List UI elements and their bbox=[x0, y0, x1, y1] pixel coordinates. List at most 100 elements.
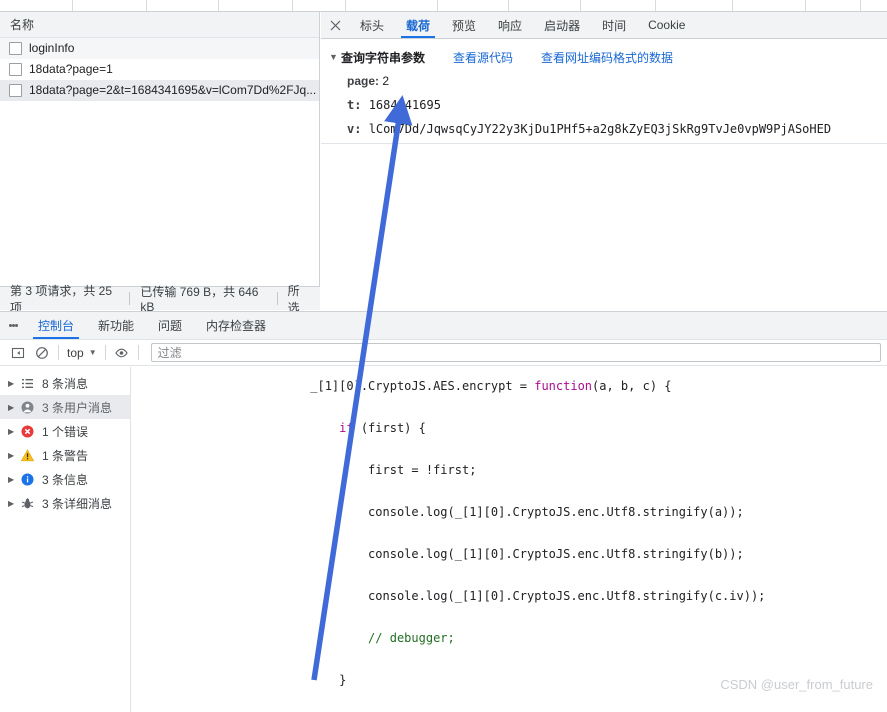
code-line: console.log(_[1][0].CryptoJS.enc.Utf8.st… bbox=[310, 547, 744, 561]
network-table-header-strip bbox=[0, 0, 887, 12]
query-string-parameters-section[interactable]: ▼ 查询字符串参数 查看源代码 查看网址编码格式的数据 bbox=[329, 49, 887, 66]
tab-memory-inspector[interactable]: 内存检查器 bbox=[194, 312, 278, 339]
verbose-icon bbox=[21, 497, 41, 510]
info-icon bbox=[21, 473, 41, 486]
clear-console-icon[interactable] bbox=[30, 342, 54, 364]
execution-context-select[interactable]: top ▼ bbox=[63, 346, 101, 360]
console-sidebar: ▶ 8 条消息 ▶ 3 条用户消息 ▶ 1 个错误 ▶ 1 条警告 ▶ 3 条信… bbox=[0, 367, 131, 712]
sidebar-item-errors[interactable]: ▶ 1 个错误 bbox=[0, 419, 130, 443]
chevron-right-icon[interactable]: ▶ bbox=[8, 475, 21, 484]
sidebar-item-label: 1 条警告 bbox=[42, 448, 89, 463]
close-icon[interactable] bbox=[321, 12, 349, 38]
console-drawer: 控制台 新功能 问题 内存检查器 top ▼ 过滤 ▶ 8 条消息 ▶ 3 条用… bbox=[0, 311, 887, 712]
view-url-encoded-link[interactable]: 查看网址编码格式的数据 bbox=[541, 49, 673, 66]
messages-icon bbox=[21, 377, 41, 390]
request-checkbox[interactable] bbox=[9, 42, 22, 55]
sidebar-item-label: 3 条信息 bbox=[42, 472, 89, 487]
execution-context-value: top bbox=[67, 345, 84, 360]
chevron-right-icon[interactable]: ▶ bbox=[8, 403, 21, 412]
view-source-link[interactable]: 查看源代码 bbox=[453, 49, 513, 66]
tab-whats-new[interactable]: 新功能 bbox=[86, 312, 146, 339]
chevron-right-icon[interactable]: ▶ bbox=[8, 379, 21, 388]
toolbar-divider bbox=[137, 345, 139, 360]
live-expression-icon[interactable] bbox=[110, 342, 134, 364]
console-source-block: _[1][0].CryptoJS.AES.encrypt = function(… bbox=[132, 367, 887, 712]
chevron-right-icon[interactable]: ▶ bbox=[8, 499, 21, 508]
sidebar-item-label: 3 条详细消息 bbox=[42, 496, 113, 511]
more-options-icon[interactable] bbox=[0, 312, 26, 339]
tab-console[interactable]: 控制台 bbox=[26, 312, 86, 339]
tab-preview[interactable]: 预览 bbox=[441, 12, 487, 38]
column-separator[interactable] bbox=[655, 0, 656, 11]
column-separator[interactable] bbox=[508, 0, 509, 11]
network-request-row[interactable]: 18data?page=1 bbox=[0, 59, 319, 80]
drawer-tabbar: 控制台 新功能 问题 内存检查器 bbox=[0, 312, 887, 340]
sidebar-item-warnings[interactable]: ▶ 1 条警告 bbox=[0, 443, 130, 467]
sidebar-item-info[interactable]: ▶ 3 条信息 bbox=[0, 467, 130, 491]
tab-payload[interactable]: 载荷 bbox=[395, 12, 441, 38]
console-body: ▶ 8 条消息 ▶ 3 条用户消息 ▶ 1 个错误 ▶ 1 条警告 ▶ 3 条信… bbox=[0, 367, 887, 712]
column-separator[interactable] bbox=[805, 0, 806, 11]
column-separator[interactable] bbox=[345, 0, 346, 11]
payload-body: ▼ 查询字符串参数 查看源代码 查看网址编码格式的数据 page: 2 t: 1… bbox=[321, 39, 887, 139]
param-row-page: page: 2 bbox=[347, 72, 887, 91]
column-separator[interactable] bbox=[292, 0, 293, 11]
sidebar-item-label: 8 条消息 bbox=[42, 376, 89, 391]
column-separator[interactable] bbox=[437, 0, 438, 11]
param-key: v: bbox=[347, 122, 362, 136]
code-line: // debugger; bbox=[310, 631, 455, 645]
code-line: first = !first; bbox=[310, 463, 477, 477]
param-key: t: bbox=[347, 98, 362, 112]
status-transferred: 已传输 769 B，共 646 kB bbox=[140, 285, 259, 314]
console-toolbar: top ▼ 过滤 bbox=[0, 340, 887, 366]
tab-timing[interactable]: 时间 bbox=[591, 12, 637, 38]
column-separator[interactable] bbox=[146, 0, 147, 11]
param-row-v: v: lCom7Dd/JqwsqCyJY22y3KjDu1PHf5+a2g8kZ… bbox=[347, 120, 887, 139]
code-line: return crypto_js(a, b, c); bbox=[132, 701, 887, 712]
tab-headers[interactable]: 标头 bbox=[349, 12, 395, 38]
tab-initiator[interactable]: 启动器 bbox=[533, 12, 591, 38]
sidebar-toggle-icon[interactable] bbox=[6, 342, 30, 364]
sidebar-item-verbose[interactable]: ▶ 3 条详细消息 bbox=[0, 491, 130, 515]
tab-issues[interactable]: 问题 bbox=[146, 312, 194, 339]
column-separator[interactable] bbox=[580, 0, 581, 11]
sidebar-item-all-messages[interactable]: ▶ 8 条消息 bbox=[0, 371, 130, 395]
request-name: loginInfo bbox=[29, 41, 75, 55]
toolbar-divider bbox=[104, 345, 106, 360]
console-output[interactable]: _[1][0].CryptoJS.AES.encrypt = function(… bbox=[132, 367, 887, 712]
chevron-right-icon[interactable]: ▶ bbox=[8, 427, 21, 436]
column-separator[interactable] bbox=[732, 0, 733, 11]
param-value[interactable]: 1684341695 bbox=[369, 98, 441, 112]
param-value[interactable]: lCom7Dd/JqwsqCyJY22y3KjDu1PHf5+a2g8kZyEQ… bbox=[369, 122, 831, 136]
error-icon bbox=[21, 425, 41, 438]
chevron-down-icon: ▼ bbox=[88, 348, 97, 357]
warning-icon bbox=[21, 448, 41, 462]
column-separator[interactable] bbox=[218, 0, 219, 11]
network-requests-panel: 名称 loginInfo 18data?page=1 18data?page=2… bbox=[0, 12, 320, 315]
column-separator[interactable] bbox=[860, 0, 861, 11]
user-icon bbox=[21, 401, 41, 414]
chevron-right-icon[interactable]: ▶ bbox=[8, 451, 21, 460]
sidebar-item-user-messages[interactable]: ▶ 3 条用户消息 bbox=[0, 395, 130, 419]
network-column-header-name[interactable]: 名称 bbox=[0, 12, 319, 38]
request-detail-tabbar: 标头 载荷 预览 响应 启动器 时间 Cookie bbox=[321, 12, 887, 39]
payload-section-divider bbox=[321, 143, 887, 144]
filter-input[interactable]: 过滤 bbox=[150, 343, 881, 362]
param-value[interactable]: 2 bbox=[382, 74, 389, 88]
request-name: 18data?page=2&t=1684341695&v=lCom7Dd%2FJ… bbox=[29, 83, 317, 97]
tab-response[interactable]: 响应 bbox=[487, 12, 533, 38]
code-line: console.log(_[1][0].CryptoJS.enc.Utf8.st… bbox=[310, 505, 744, 519]
request-checkbox[interactable] bbox=[9, 63, 22, 76]
watermark: CSDN @user_from_future bbox=[720, 677, 873, 692]
network-request-row-selected[interactable]: 18data?page=2&t=1684341695&v=lCom7Dd%2FJ… bbox=[0, 80, 319, 101]
request-name: 18data?page=1 bbox=[29, 62, 113, 76]
network-request-row[interactable]: loginInfo bbox=[0, 38, 319, 59]
param-row-t: t: 1684341695 bbox=[347, 96, 887, 115]
tab-cookies[interactable]: Cookie bbox=[637, 12, 696, 38]
chevron-down-icon[interactable]: ▼ bbox=[329, 53, 341, 62]
code-line: if (first) { bbox=[339, 421, 426, 435]
code-line: _[1][0].CryptoJS.AES.encrypt = function(… bbox=[310, 379, 672, 393]
request-checkbox[interactable] bbox=[9, 84, 22, 97]
column-separator[interactable] bbox=[72, 0, 73, 11]
code-line: console.log(_[1][0].CryptoJS.enc.Utf8.st… bbox=[310, 589, 766, 603]
